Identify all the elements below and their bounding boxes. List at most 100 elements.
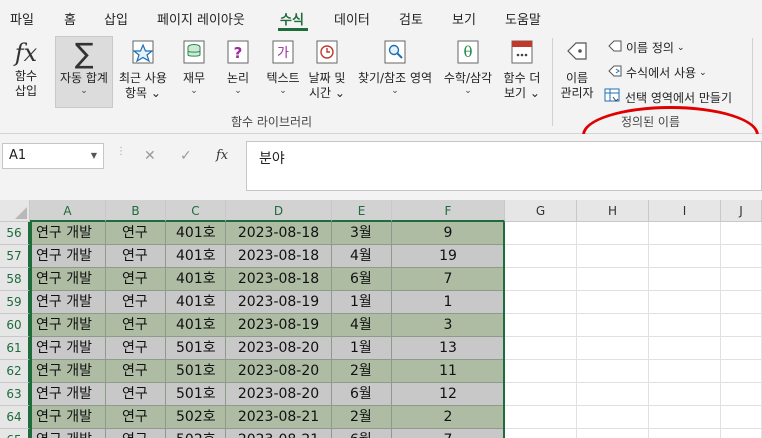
tab-file[interactable]: 파일: [10, 9, 34, 28]
table-cell[interactable]: 연구: [106, 429, 166, 438]
table-cell[interactable]: 6월: [332, 383, 392, 406]
table-cell[interactable]: 2023-08-20: [226, 337, 332, 360]
table-cell[interactable]: 2023-08-18: [226, 222, 332, 245]
table-cell[interactable]: 401호: [166, 291, 226, 314]
table-cell[interactable]: 연구: [106, 222, 166, 245]
table-cell[interactable]: 9: [392, 222, 505, 245]
text-functions-button[interactable]: 가 텍스트 ⌄: [259, 37, 307, 96]
table-cell[interactable]: 연구: [106, 268, 166, 291]
empty-cell[interactable]: [649, 337, 721, 360]
table-cell[interactable]: 7: [392, 268, 505, 291]
table-cell[interactable]: 2023-08-19: [226, 314, 332, 337]
column-header-g[interactable]: G: [505, 200, 577, 222]
column-header-j[interactable]: J: [721, 200, 762, 222]
empty-cell[interactable]: [505, 383, 577, 406]
table-cell[interactable]: 연구: [106, 406, 166, 429]
recent-functions-button[interactable]: 최근 사용 항목 ⌄: [115, 37, 171, 101]
table-cell[interactable]: 연구 개발: [30, 337, 106, 360]
table-cell[interactable]: 19: [392, 245, 505, 268]
table-cell[interactable]: 연구 개발: [30, 291, 106, 314]
column-header-c[interactable]: C: [166, 200, 226, 222]
table-cell[interactable]: 연구 개발: [30, 383, 106, 406]
table-cell[interactable]: 6월: [332, 268, 392, 291]
column-header-d[interactable]: D: [226, 200, 332, 222]
empty-cell[interactable]: [721, 406, 762, 429]
empty-cell[interactable]: [721, 337, 762, 360]
table-cell[interactable]: 2023-08-18: [226, 245, 332, 268]
autosum-button[interactable]: ∑ 자동 합계 ⌄: [55, 36, 113, 108]
row-header[interactable]: 56: [0, 222, 30, 245]
empty-cell[interactable]: [577, 268, 649, 291]
chevron-down-icon[interactable]: ▼: [91, 151, 97, 160]
column-header-a[interactable]: A: [30, 200, 106, 222]
table-cell[interactable]: 2023-08-20: [226, 360, 332, 383]
table-cell[interactable]: 1월: [332, 337, 392, 360]
table-cell[interactable]: 501호: [166, 383, 226, 406]
empty-cell[interactable]: [505, 406, 577, 429]
table-cell[interactable]: 501호: [166, 360, 226, 383]
empty-cell[interactable]: [577, 360, 649, 383]
column-header-f[interactable]: F: [392, 200, 505, 222]
table-cell[interactable]: 연구 개발: [30, 360, 106, 383]
empty-cell[interactable]: [721, 360, 762, 383]
empty-cell[interactable]: [577, 337, 649, 360]
empty-cell[interactable]: [577, 406, 649, 429]
table-cell[interactable]: 연구: [106, 360, 166, 383]
table-cell[interactable]: 2월: [332, 360, 392, 383]
empty-cell[interactable]: [505, 429, 577, 438]
table-cell[interactable]: 2023-08-21: [226, 429, 332, 438]
row-header[interactable]: 58: [0, 268, 30, 291]
empty-cell[interactable]: [577, 291, 649, 314]
empty-cell[interactable]: [721, 383, 762, 406]
empty-cell[interactable]: [577, 245, 649, 268]
tab-help[interactable]: 도움말: [505, 9, 541, 28]
table-cell[interactable]: 2월: [332, 406, 392, 429]
column-header-e[interactable]: E: [332, 200, 392, 222]
tab-data[interactable]: 데이터: [334, 9, 370, 28]
table-cell[interactable]: 401호: [166, 245, 226, 268]
table-cell[interactable]: 연구 개발: [30, 314, 106, 337]
define-name-button[interactable]: 이름 정의 ⌄: [607, 39, 685, 56]
lookup-reference-button[interactable]: 찾기/참조 영역 ⌄: [353, 37, 437, 96]
financial-button[interactable]: 재무 ⌄: [178, 37, 210, 96]
empty-cell[interactable]: [649, 406, 721, 429]
empty-cell[interactable]: [577, 314, 649, 337]
row-header[interactable]: 59: [0, 291, 30, 314]
table-cell[interactable]: 연구 개발: [30, 429, 106, 438]
table-cell[interactable]: 연구: [106, 245, 166, 268]
drag-dots-icon[interactable]: ⋮: [116, 146, 126, 157]
row-header[interactable]: 61: [0, 337, 30, 360]
table-cell[interactable]: 401호: [166, 222, 226, 245]
empty-cell[interactable]: [649, 268, 721, 291]
datetime-button[interactable]: 날짜 및 시간 ⌄: [306, 37, 348, 101]
table-cell[interactable]: 401호: [166, 314, 226, 337]
empty-cell[interactable]: [721, 245, 762, 268]
table-cell[interactable]: 2: [392, 406, 505, 429]
empty-cell[interactable]: [505, 291, 577, 314]
table-cell[interactable]: 13: [392, 337, 505, 360]
column-header-h[interactable]: H: [577, 200, 649, 222]
row-header[interactable]: 62: [0, 360, 30, 383]
table-cell[interactable]: 2023-08-21: [226, 406, 332, 429]
math-trig-button[interactable]: θ 수학/삼각 ⌄: [440, 37, 496, 96]
tab-home[interactable]: 홈: [64, 9, 76, 28]
table-cell[interactable]: 1월: [332, 291, 392, 314]
row-header[interactable]: 60: [0, 314, 30, 337]
table-cell[interactable]: 연구 개발: [30, 222, 106, 245]
tab-formulas[interactable]: 수식: [280, 9, 304, 28]
logical-button[interactable]: ? 논리 ⌄: [222, 37, 254, 96]
use-in-formula-button[interactable]: 수식에서 사용 ⌄: [607, 64, 707, 81]
empty-cell[interactable]: [721, 291, 762, 314]
column-header-b[interactable]: B: [106, 200, 166, 222]
table-cell[interactable]: 연구: [106, 291, 166, 314]
table-cell[interactable]: 연구: [106, 314, 166, 337]
column-header-i[interactable]: I: [649, 200, 721, 222]
tab-view[interactable]: 보기: [452, 9, 476, 28]
row-header[interactable]: 57: [0, 245, 30, 268]
tab-insert[interactable]: 삽입: [104, 9, 128, 28]
row-header[interactable]: 63: [0, 383, 30, 406]
table-cell[interactable]: 4월: [332, 314, 392, 337]
name-box[interactable]: A1 ▼: [2, 143, 104, 169]
table-cell[interactable]: 1: [392, 291, 505, 314]
table-cell[interactable]: 4월: [332, 245, 392, 268]
